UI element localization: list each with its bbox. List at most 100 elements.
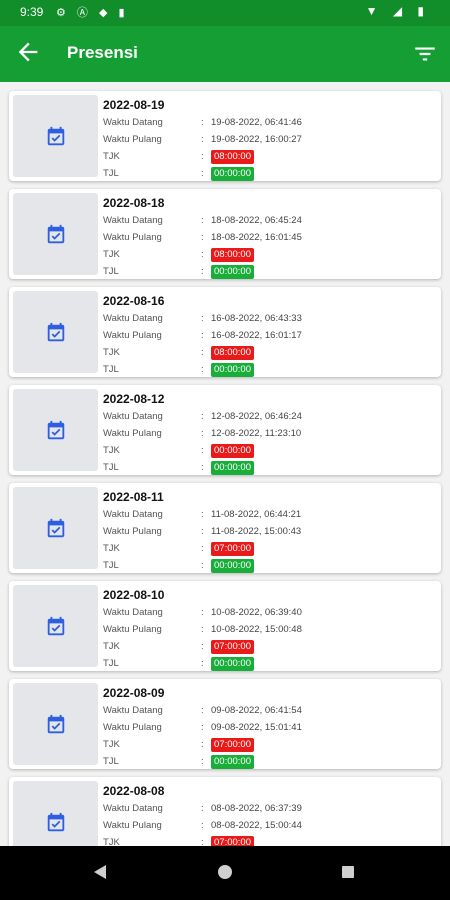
tjk-row: TJK:08:00:00 xyxy=(103,248,433,262)
tjk-label: TJK xyxy=(103,543,120,554)
tjl-row: TJL:00:00:00 xyxy=(103,167,433,181)
tjl-label: TJL xyxy=(103,756,119,767)
attendance-card[interactable]: 2022-08-11 Waktu Datang:11-08-2022, 06:44… xyxy=(9,483,441,573)
attendance-card[interactable]: 2022-08-08 Waktu Datang:08-08-2022, 06:37… xyxy=(9,777,441,846)
attendance-card[interactable]: 2022-08-19 Waktu Datang:19-08-2022, 06:41… xyxy=(9,91,441,181)
separator: : xyxy=(201,607,204,618)
departure-row: Waktu Pulang:11-08-2022, 15:00:43 xyxy=(103,525,433,539)
departure-label: Waktu Pulang xyxy=(103,134,162,145)
departure-row: Waktu Pulang:12-08-2022, 11:23:10 xyxy=(103,427,433,441)
separator: : xyxy=(201,722,204,733)
separator: : xyxy=(201,364,204,375)
calendar-check-icon xyxy=(47,518,65,538)
arrival-time: 12-08-2022, 06:46:24 xyxy=(211,411,302,422)
arrival-time: 08-08-2022, 06:37:39 xyxy=(211,803,302,814)
nav-home-icon[interactable] xyxy=(218,865,232,879)
departure-time: 19-08-2022, 16:00:27 xyxy=(211,134,302,145)
arrival-row: Waktu Datang:18-08-2022, 06:45:24 xyxy=(103,214,433,228)
filter-icon[interactable] xyxy=(412,41,438,67)
tjl-badge: 00:00:00 xyxy=(211,657,254,671)
tjk-badge: 00:00:00 xyxy=(211,444,254,458)
attendance-date: 2022-08-12 xyxy=(103,392,165,406)
separator: : xyxy=(201,117,204,128)
back-arrow-icon[interactable] xyxy=(14,38,42,66)
separator: : xyxy=(201,347,204,358)
attendance-card[interactable]: 2022-08-18 Waktu Datang:18-08-2022, 06:45… xyxy=(9,189,441,279)
arrival-row: Waktu Datang:09-08-2022, 06:41:54 xyxy=(103,704,433,718)
arrival-row: Waktu Datang:16-08-2022, 06:43:33 xyxy=(103,312,433,326)
tjk-label: TJK xyxy=(103,641,120,652)
calendar-check-icon xyxy=(47,126,65,146)
arrival-row: Waktu Datang:11-08-2022, 06:44:21 xyxy=(103,508,433,522)
tjk-badge: 07:00:00 xyxy=(211,738,254,752)
calendar-check-icon xyxy=(47,224,65,244)
tjk-label: TJK xyxy=(103,151,120,162)
separator: : xyxy=(201,509,204,520)
tjl-badge: 00:00:00 xyxy=(211,265,254,279)
tjl-row: TJL:00:00:00 xyxy=(103,755,433,769)
app-bar: Presensi xyxy=(0,26,450,82)
attendance-list[interactable]: 2022-08-19 Waktu Datang:19-08-2022, 06:41… xyxy=(0,82,450,846)
tjk-badge: 07:00:00 xyxy=(211,542,254,556)
card-thumbnail xyxy=(13,291,98,373)
status-bar: 9:39 ⚙ Ⓐ ◆ ▮ ▼ ◢ ▮ xyxy=(0,0,450,26)
tjk-badge: 08:00:00 xyxy=(211,248,254,262)
separator: : xyxy=(201,837,204,846)
departure-label: Waktu Pulang xyxy=(103,232,162,243)
attendance-card[interactable]: 2022-08-16 Waktu Datang:16-08-2022, 06:43… xyxy=(9,287,441,377)
arrival-row: Waktu Datang:12-08-2022, 06:46:24 xyxy=(103,410,433,424)
separator: : xyxy=(201,168,204,179)
arrival-label: Waktu Datang xyxy=(103,117,163,128)
tjl-badge: 00:00:00 xyxy=(211,363,254,377)
arrival-row: Waktu Datang:10-08-2022, 06:39:40 xyxy=(103,606,433,620)
tjk-row: TJK:07:00:00 xyxy=(103,640,433,654)
arrival-time: 11-08-2022, 06:44:21 xyxy=(211,509,302,520)
separator: : xyxy=(201,428,204,439)
separator: : xyxy=(201,330,204,341)
departure-label: Waktu Pulang xyxy=(103,428,162,439)
tjl-label: TJL xyxy=(103,462,119,473)
separator: : xyxy=(201,705,204,716)
nav-recents-icon[interactable] xyxy=(342,866,354,878)
departure-time: 12-08-2022, 11:23:10 xyxy=(211,428,302,439)
attendance-date: 2022-08-08 xyxy=(103,784,165,798)
departure-time: 10-08-2022, 15:00:48 xyxy=(211,624,302,635)
tjl-badge: 00:00:00 xyxy=(211,461,254,475)
tjl-row: TJL:00:00:00 xyxy=(103,559,433,573)
tjk-row: TJK:07:00:00 xyxy=(103,738,433,752)
attendance-card[interactable]: 2022-08-09 Waktu Datang:09-08-2022, 06:41… xyxy=(9,679,441,769)
tjk-badge: 07:00:00 xyxy=(211,836,254,846)
departure-time: 18-08-2022, 16:01:45 xyxy=(211,232,302,243)
arrival-row: Waktu Datang:19-08-2022, 06:41:46 xyxy=(103,116,433,130)
departure-row: Waktu Pulang:10-08-2022, 15:00:48 xyxy=(103,623,433,637)
nav-back-icon[interactable] xyxy=(94,865,106,879)
card-thumbnail xyxy=(13,389,98,471)
attendance-date: 2022-08-11 xyxy=(103,490,164,504)
separator: : xyxy=(201,658,204,669)
departure-time: 16-08-2022, 16:01:17 xyxy=(211,330,302,341)
separator: : xyxy=(201,462,204,473)
arrival-time: 09-08-2022, 06:41:54 xyxy=(211,705,302,716)
tjl-badge: 00:00:00 xyxy=(211,167,254,181)
tjk-label: TJK xyxy=(103,249,120,260)
tjl-label: TJL xyxy=(103,560,119,571)
departure-label: Waktu Pulang xyxy=(103,722,162,733)
card-thumbnail xyxy=(13,683,98,765)
notification-icons: ⚙ Ⓐ ◆ ▮ xyxy=(56,7,129,19)
arrival-label: Waktu Datang xyxy=(103,215,163,226)
card-thumbnail xyxy=(13,487,98,569)
attendance-card[interactable]: 2022-08-12 Waktu Datang:12-08-2022, 06:46… xyxy=(9,385,441,475)
departure-label: Waktu Pulang xyxy=(103,624,162,635)
attendance-card[interactable]: 2022-08-10 Waktu Datang:10-08-2022, 06:39… xyxy=(9,581,441,671)
arrival-label: Waktu Datang xyxy=(103,509,163,520)
departure-row: Waktu Pulang:09-08-2022, 15:01:41 xyxy=(103,721,433,735)
departure-time: 11-08-2022, 15:00:43 xyxy=(211,526,302,537)
tjl-row: TJL:00:00:00 xyxy=(103,461,433,475)
tjl-badge: 00:00:00 xyxy=(211,755,254,769)
attendance-date: 2022-08-16 xyxy=(103,294,165,308)
tjk-label: TJK xyxy=(103,347,120,358)
departure-label: Waktu Pulang xyxy=(103,330,162,341)
arrival-time: 18-08-2022, 06:45:24 xyxy=(211,215,302,226)
card-thumbnail xyxy=(13,95,98,177)
arrival-label: Waktu Datang xyxy=(103,411,163,422)
